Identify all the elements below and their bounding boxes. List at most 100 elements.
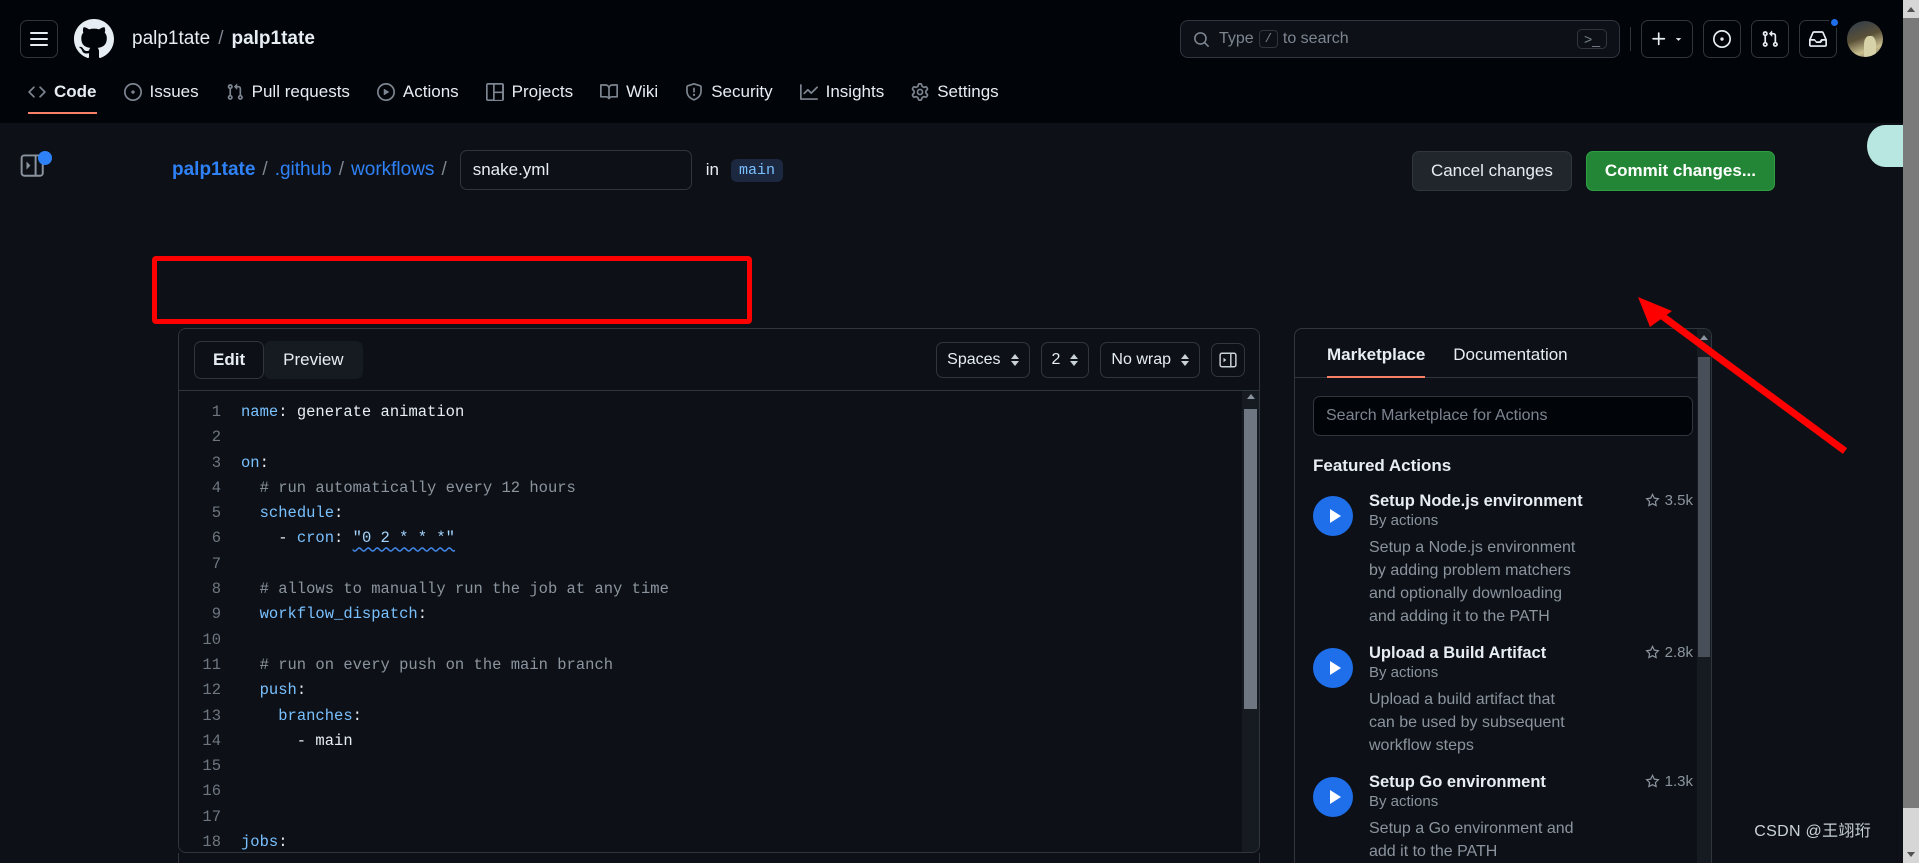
line-number: 13 [202,706,221,725]
chevron-up-icon[interactable] [1247,394,1255,399]
repo-nav: Code Issues Pull requests Actions Projec… [0,78,1903,123]
line-number: 18 [202,833,221,852]
command-palette-icon[interactable]: >_ [1577,29,1607,49]
action-title[interactable]: Upload a Build Artifact [1369,644,1637,663]
tab-projects[interactable]: Projects [476,78,583,114]
line-number: 8 [211,580,221,599]
code-line: 14 - main [179,729,1259,754]
avatar[interactable] [1847,21,1883,57]
search-input[interactable]: Type / to search >_ [1180,20,1620,58]
line-number: 12 [202,681,221,700]
file-path-breadcrumb: palp1tate / .github / workflows / in mai… [158,138,797,202]
line-number: 10 [202,630,221,649]
code-area[interactable]: 1 name: generate animation 2 3 on: 4 # run au… [179,391,1259,852]
create-new-button[interactable] [1641,20,1693,58]
play-circle-icon [1313,777,1353,817]
code-line: 9 workflow_dispatch: [179,602,1259,627]
chevron-updown-icon [1010,353,1019,366]
list-item[interactable]: Upload a Build Artifact 2.8k By actions Upl… [1295,632,1711,761]
code-lines[interactable]: 1 name: generate animation 2 3 on: 4 # run au… [179,391,1259,852]
tab-wiki[interactable]: Wiki [590,78,668,114]
path-separator-3: / [441,159,447,180]
line-number: 11 [202,655,221,674]
marketplace-search-placeholder: Search Marketplace for Actions [1326,407,1548,424]
pull-requests-button[interactable] [1751,20,1789,58]
tab-pull-requests[interactable]: Pull requests [216,78,360,114]
tab-insights[interactable]: Insights [790,78,895,114]
issues-button[interactable] [1703,20,1741,58]
sidebar-expand-icon[interactable] [1211,342,1245,377]
code-line: 18 jobs: [179,830,1259,852]
star-count-value: 1.3k [1664,773,1693,790]
path-repo-link[interactable]: palp1tate [172,159,255,181]
line-number: 1 [211,403,221,421]
keyboard-help-note: Use Control + Shift + m to toggle the ta… [178,853,1260,863]
cancel-changes-button[interactable]: Cancel changes [1411,151,1572,191]
editor-toolbar: Edit Preview Spaces 2 No wrap [179,329,1259,391]
tab-code[interactable]: Code [18,78,107,114]
chevron-down-icon [1675,37,1682,41]
tab-security[interactable]: Security [675,78,782,114]
code-line: 13 branches: [179,704,1259,729]
action-body: Upload a Build Artifact 2.8k By actions Upl… [1369,644,1693,757]
commit-changes-button[interactable]: Commit changes... [1585,151,1775,191]
action-author: By actions [1369,793,1439,810]
scroll-up-button[interactable] [1903,0,1919,18]
breadcrumb-repo[interactable]: palp1tate [231,28,314,49]
code-line: 7 [179,552,1259,577]
in-label: in [705,160,719,179]
code-scrollbar-thumb[interactable] [1244,409,1257,709]
code-text: schedule: [259,504,344,523]
tab-preview[interactable]: Preview [264,340,363,379]
tab-insights-label: Insights [825,82,885,101]
path-dir-github[interactable]: .github [275,159,332,181]
notification-dot [1829,17,1840,28]
notifications-inbox-button[interactable] [1799,17,1840,58]
code-text: # run on every push on the main branch [241,655,614,674]
code-line: 16 [179,779,1259,804]
breadcrumb-owner[interactable]: palp1tate [132,28,210,49]
tab-edit[interactable]: Edit [194,340,265,379]
path-dir-workflows[interactable]: workflows [351,159,434,181]
browser-scrollbar-thumb[interactable] [1903,18,1919,808]
hamburger-icon[interactable] [20,20,58,58]
wrap-mode-select[interactable]: No wrap [1100,341,1200,378]
editor-action-buttons: Cancel changes Commit changes... [1411,151,1775,191]
action-author: By actions [1369,664,1439,681]
sidebar-expand-icon[interactable] [20,151,52,183]
global-header: palp1tate / palp1tate Type / to search >_ [0,0,1903,78]
action-title[interactable]: Setup Go environment [1369,773,1637,792]
code-text: jobs: [241,833,288,852]
browser-scrollbar[interactable] [1903,0,1919,863]
header-divider [1630,27,1631,51]
action-header: Upload a Build Artifact 2.8k [1369,644,1693,663]
marketplace-search-input[interactable]: Search Marketplace for Actions [1313,396,1693,436]
filename-input[interactable] [459,150,692,190]
tab-actions[interactable]: Actions [367,78,469,114]
editor-toolbar-right: Spaces 2 No wrap [936,341,1245,378]
indent-mode-select[interactable]: Spaces [936,341,1030,378]
code-text: push: [259,681,307,700]
github-logo-icon[interactable] [74,19,114,59]
tab-documentation[interactable]: Documentation [1439,329,1581,377]
tab-settings[interactable]: Settings [901,78,1008,114]
star-count-value: 2.8k [1664,644,1693,661]
line-number: 17 [202,807,221,826]
scroll-down-button[interactable] [1903,845,1919,863]
tab-marketplace[interactable]: Marketplace [1313,329,1439,378]
chevron-up-icon[interactable] [1700,335,1708,340]
tab-code-label: Code [54,82,97,101]
code-scrollbar[interactable] [1242,391,1259,852]
list-item[interactable]: Setup Go environment 1.3k By actions Setup … [1295,761,1711,863]
list-item[interactable]: Setup Node.js environment 3.5k By actions S… [1295,480,1711,632]
tab-issues[interactable]: Issues [114,78,209,114]
path-separator-2: / [338,159,345,180]
main-content: palp1tate / .github / workflows / in mai… [0,123,1903,863]
sidebar-tabs: Marketplace Documentation [1295,329,1711,378]
action-title[interactable]: Setup Node.js environment [1369,492,1637,511]
wrap-mode-value: No wrap [1111,350,1171,368]
indent-size-select[interactable]: 2 [1040,341,1090,378]
play-circle-icon [1313,496,1353,536]
sidebar-scrollbar[interactable] [1697,329,1711,863]
sidebar-scrollbar-thumb[interactable] [1698,357,1710,657]
